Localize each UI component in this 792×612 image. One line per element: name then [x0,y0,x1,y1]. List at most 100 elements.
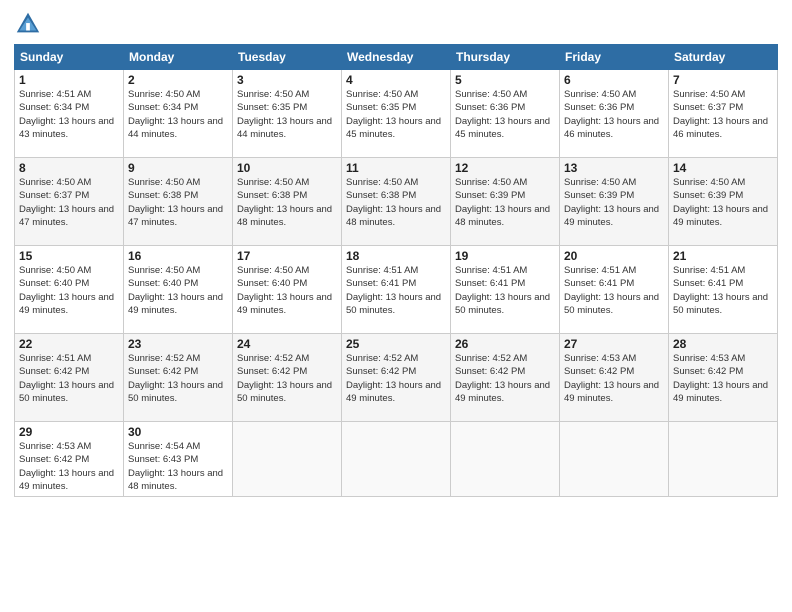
day-cell: 26 Sunrise: 4:52 AMSunset: 6:42 PMDaylig… [451,334,560,422]
header-row: SundayMondayTuesdayWednesdayThursdayFrid… [15,45,778,70]
day-cell: 6 Sunrise: 4:50 AMSunset: 6:36 PMDayligh… [560,70,669,158]
day-cell: 25 Sunrise: 4:52 AMSunset: 6:42 PMDaylig… [342,334,451,422]
day-cell: 19 Sunrise: 4:51 AMSunset: 6:41 PMDaylig… [451,246,560,334]
day-number: 7 [673,73,773,87]
week-row-2: 8 Sunrise: 4:50 AMSunset: 6:37 PMDayligh… [15,158,778,246]
day-cell: 23 Sunrise: 4:52 AMSunset: 6:42 PMDaylig… [124,334,233,422]
day-cell [560,422,669,497]
day-number: 15 [19,249,119,263]
day-cell: 2 Sunrise: 4:50 AMSunset: 6:34 PMDayligh… [124,70,233,158]
day-info: Sunrise: 4:51 AMSunset: 6:41 PMDaylight:… [455,264,555,317]
day-info: Sunrise: 4:50 AMSunset: 6:39 PMDaylight:… [455,176,555,229]
day-number: 3 [237,73,337,87]
day-info: Sunrise: 4:51 AMSunset: 6:34 PMDaylight:… [19,88,119,141]
col-header-saturday: Saturday [669,45,778,70]
day-number: 29 [19,425,119,439]
day-cell: 4 Sunrise: 4:50 AMSunset: 6:35 PMDayligh… [342,70,451,158]
day-cell: 1 Sunrise: 4:51 AMSunset: 6:34 PMDayligh… [15,70,124,158]
day-info: Sunrise: 4:50 AMSunset: 6:36 PMDaylight:… [564,88,664,141]
day-number: 14 [673,161,773,175]
logo-icon [14,10,42,38]
day-cell: 24 Sunrise: 4:52 AMSunset: 6:42 PMDaylig… [233,334,342,422]
day-number: 25 [346,337,446,351]
day-info: Sunrise: 4:51 AMSunset: 6:42 PMDaylight:… [19,352,119,405]
day-number: 18 [346,249,446,263]
week-row-3: 15 Sunrise: 4:50 AMSunset: 6:40 PMDaylig… [15,246,778,334]
col-header-monday: Monday [124,45,233,70]
day-cell: 7 Sunrise: 4:50 AMSunset: 6:37 PMDayligh… [669,70,778,158]
day-cell: 11 Sunrise: 4:50 AMSunset: 6:38 PMDaylig… [342,158,451,246]
day-cell: 17 Sunrise: 4:50 AMSunset: 6:40 PMDaylig… [233,246,342,334]
day-cell [451,422,560,497]
day-info: Sunrise: 4:50 AMSunset: 6:40 PMDaylight:… [19,264,119,317]
col-header-wednesday: Wednesday [342,45,451,70]
day-cell [342,422,451,497]
day-number: 2 [128,73,228,87]
day-info: Sunrise: 4:53 AMSunset: 6:42 PMDaylight:… [19,440,119,493]
day-info: Sunrise: 4:53 AMSunset: 6:42 PMDaylight:… [673,352,773,405]
day-number: 9 [128,161,228,175]
day-cell: 21 Sunrise: 4:51 AMSunset: 6:41 PMDaylig… [669,246,778,334]
day-info: Sunrise: 4:52 AMSunset: 6:42 PMDaylight:… [346,352,446,405]
header [14,10,778,38]
day-cell [669,422,778,497]
col-header-friday: Friday [560,45,669,70]
day-info: Sunrise: 4:50 AMSunset: 6:40 PMDaylight:… [128,264,228,317]
day-info: Sunrise: 4:51 AMSunset: 6:41 PMDaylight:… [673,264,773,317]
logo [14,10,46,38]
calendar-table: SundayMondayTuesdayWednesdayThursdayFrid… [14,44,778,497]
day-cell: 8 Sunrise: 4:50 AMSunset: 6:37 PMDayligh… [15,158,124,246]
day-info: Sunrise: 4:50 AMSunset: 6:38 PMDaylight:… [346,176,446,229]
day-info: Sunrise: 4:51 AMSunset: 6:41 PMDaylight:… [346,264,446,317]
day-number: 28 [673,337,773,351]
day-number: 27 [564,337,664,351]
day-info: Sunrise: 4:50 AMSunset: 6:38 PMDaylight:… [128,176,228,229]
day-cell: 20 Sunrise: 4:51 AMSunset: 6:41 PMDaylig… [560,246,669,334]
day-number: 5 [455,73,555,87]
day-cell: 18 Sunrise: 4:51 AMSunset: 6:41 PMDaylig… [342,246,451,334]
week-row-1: 1 Sunrise: 4:51 AMSunset: 6:34 PMDayligh… [15,70,778,158]
day-info: Sunrise: 4:52 AMSunset: 6:42 PMDaylight:… [237,352,337,405]
day-number: 26 [455,337,555,351]
day-info: Sunrise: 4:53 AMSunset: 6:42 PMDaylight:… [564,352,664,405]
day-number: 24 [237,337,337,351]
day-info: Sunrise: 4:50 AMSunset: 6:39 PMDaylight:… [673,176,773,229]
day-number: 13 [564,161,664,175]
day-info: Sunrise: 4:50 AMSunset: 6:37 PMDaylight:… [673,88,773,141]
day-number: 10 [237,161,337,175]
day-number: 21 [673,249,773,263]
day-number: 22 [19,337,119,351]
col-header-tuesday: Tuesday [233,45,342,70]
week-row-5: 29 Sunrise: 4:53 AMSunset: 6:42 PMDaylig… [15,422,778,497]
day-info: Sunrise: 4:51 AMSunset: 6:41 PMDaylight:… [564,264,664,317]
day-cell: 5 Sunrise: 4:50 AMSunset: 6:36 PMDayligh… [451,70,560,158]
day-info: Sunrise: 4:50 AMSunset: 6:40 PMDaylight:… [237,264,337,317]
day-number: 17 [237,249,337,263]
day-number: 8 [19,161,119,175]
day-cell: 12 Sunrise: 4:50 AMSunset: 6:39 PMDaylig… [451,158,560,246]
day-number: 12 [455,161,555,175]
day-info: Sunrise: 4:52 AMSunset: 6:42 PMDaylight:… [128,352,228,405]
day-cell [233,422,342,497]
day-number: 4 [346,73,446,87]
day-cell: 30 Sunrise: 4:54 AMSunset: 6:43 PMDaylig… [124,422,233,497]
day-info: Sunrise: 4:50 AMSunset: 6:39 PMDaylight:… [564,176,664,229]
day-cell: 13 Sunrise: 4:50 AMSunset: 6:39 PMDaylig… [560,158,669,246]
day-number: 11 [346,161,446,175]
day-info: Sunrise: 4:50 AMSunset: 6:34 PMDaylight:… [128,88,228,141]
day-cell: 15 Sunrise: 4:50 AMSunset: 6:40 PMDaylig… [15,246,124,334]
col-header-sunday: Sunday [15,45,124,70]
day-number: 16 [128,249,228,263]
day-cell: 27 Sunrise: 4:53 AMSunset: 6:42 PMDaylig… [560,334,669,422]
day-info: Sunrise: 4:50 AMSunset: 6:37 PMDaylight:… [19,176,119,229]
col-header-thursday: Thursday [451,45,560,70]
day-number: 30 [128,425,228,439]
day-cell: 9 Sunrise: 4:50 AMSunset: 6:38 PMDayligh… [124,158,233,246]
day-cell: 10 Sunrise: 4:50 AMSunset: 6:38 PMDaylig… [233,158,342,246]
day-cell: 29 Sunrise: 4:53 AMSunset: 6:42 PMDaylig… [15,422,124,497]
day-info: Sunrise: 4:50 AMSunset: 6:35 PMDaylight:… [237,88,337,141]
day-number: 19 [455,249,555,263]
week-row-4: 22 Sunrise: 4:51 AMSunset: 6:42 PMDaylig… [15,334,778,422]
day-info: Sunrise: 4:50 AMSunset: 6:35 PMDaylight:… [346,88,446,141]
day-info: Sunrise: 4:54 AMSunset: 6:43 PMDaylight:… [128,440,228,493]
